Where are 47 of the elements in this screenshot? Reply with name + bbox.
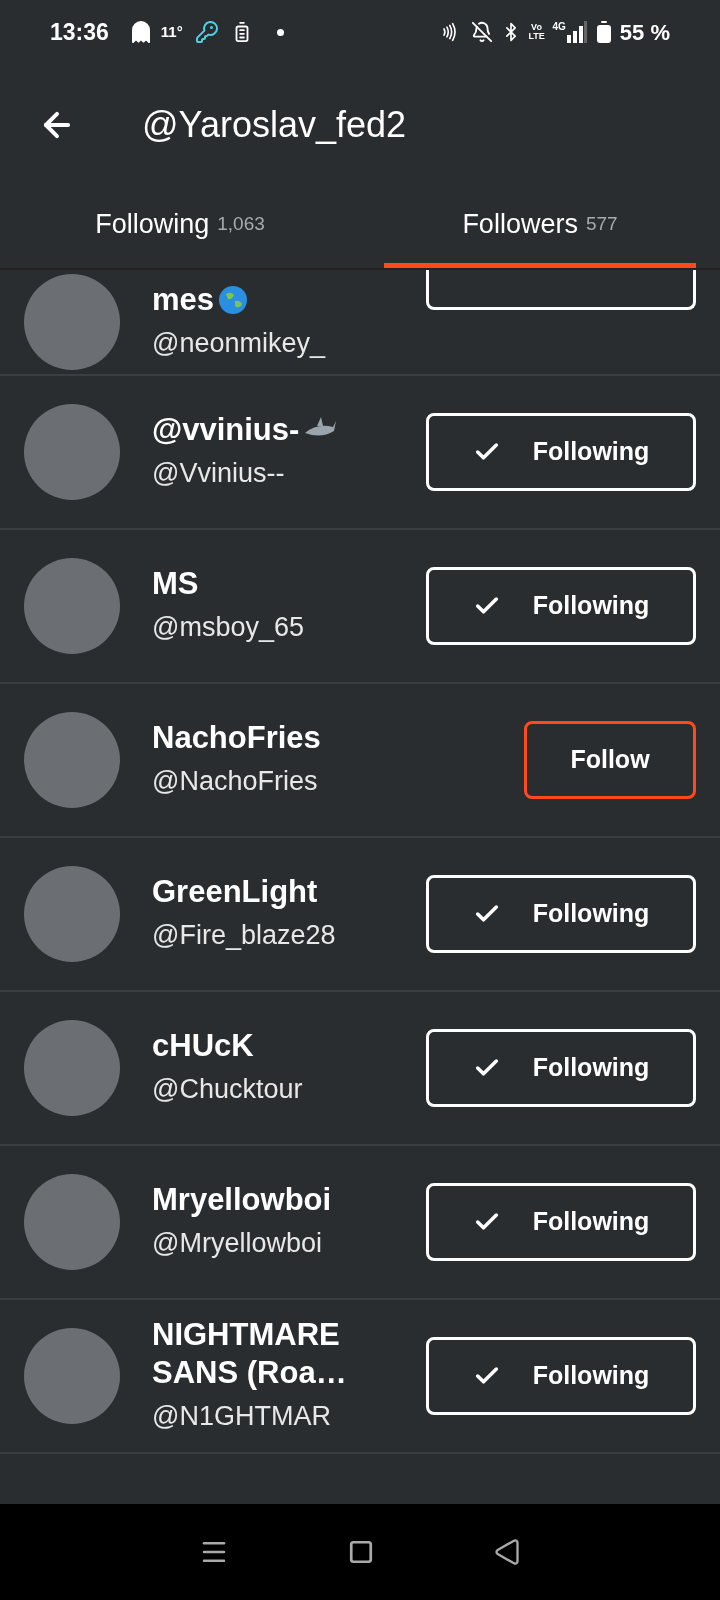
- user-name: @vvinius-: [152, 411, 300, 449]
- user-name: MS: [152, 565, 199, 603]
- tab[interactable]: Following 1,063: [24, 186, 336, 268]
- user-name: NIGHTMARE SANS (Roa…: [152, 1316, 348, 1392]
- user-handle: @Fire_blaze28: [152, 919, 337, 952]
- key-icon: [194, 20, 219, 44]
- follow-state-button[interactable]: Follow: [524, 721, 696, 799]
- user-handle: @NachoFries: [152, 765, 319, 798]
- user-row[interactable]: NachoFries @NachoFries Follow: [0, 684, 720, 838]
- follow-state-button[interactable]: Following: [426, 1183, 696, 1261]
- user-row[interactable]: mes @neonmikey_: [0, 270, 720, 376]
- tab-count: 1,063: [217, 212, 265, 237]
- user-handle: @msboy_65: [152, 611, 305, 644]
- tab-count: 577: [585, 212, 618, 237]
- bell-off-icon: [470, 21, 493, 43]
- home-icon[interactable]: [348, 1539, 374, 1565]
- follow-state-button[interactable]: [426, 270, 696, 310]
- user-handle: @Chucktour: [152, 1073, 304, 1106]
- user-row[interactable]: MS @msboy_65 Following: [0, 530, 720, 684]
- user-name: GreenLight: [152, 873, 318, 911]
- user-row[interactable]: @vvinius- @Vvinius-- Following: [0, 376, 720, 530]
- user-name: Mryellowboi: [152, 1181, 332, 1219]
- user-row[interactable]: cHUcK @Chucktour Following: [0, 992, 720, 1146]
- user-handle: @Vvinius--: [152, 457, 286, 490]
- globe-icon: [218, 285, 249, 315]
- user-handle: @Mryellowboi: [152, 1227, 323, 1260]
- user-name: mes: [152, 281, 215, 319]
- battery-percent: 55 %: [619, 18, 670, 47]
- follow-state-button[interactable]: Following: [426, 1029, 696, 1107]
- status-time: 13:36: [50, 17, 109, 47]
- back-icon[interactable]: [492, 1538, 521, 1566]
- network-label: 4G: [552, 19, 566, 34]
- follow-state-button[interactable]: Following: [426, 567, 696, 645]
- follow-state-button[interactable]: Following: [426, 875, 696, 953]
- user-row[interactable]: Mryellowboi @Mryellowboi Following: [0, 1146, 720, 1300]
- user-handle: @N1GHTMAR: [152, 1400, 332, 1433]
- temperature: 11°: [160, 21, 183, 42]
- user-row[interactable]: GreenLight @Fire_blaze28 Following: [0, 838, 720, 992]
- profile-title: @Yaroslav_fed2: [142, 103, 407, 147]
- user-handle: @neonmikey_: [152, 327, 327, 360]
- user-name: NachoFries: [152, 719, 321, 757]
- follow-state-button[interactable]: Following: [426, 1337, 696, 1415]
- user-name: cHUcK: [152, 1027, 254, 1065]
- follow-state-button[interactable]: Following: [426, 413, 696, 491]
- signal-icon: [565, 21, 588, 43]
- volte-label: Vo LTE: [528, 23, 545, 41]
- tab[interactable]: Followers 577: [384, 186, 696, 268]
